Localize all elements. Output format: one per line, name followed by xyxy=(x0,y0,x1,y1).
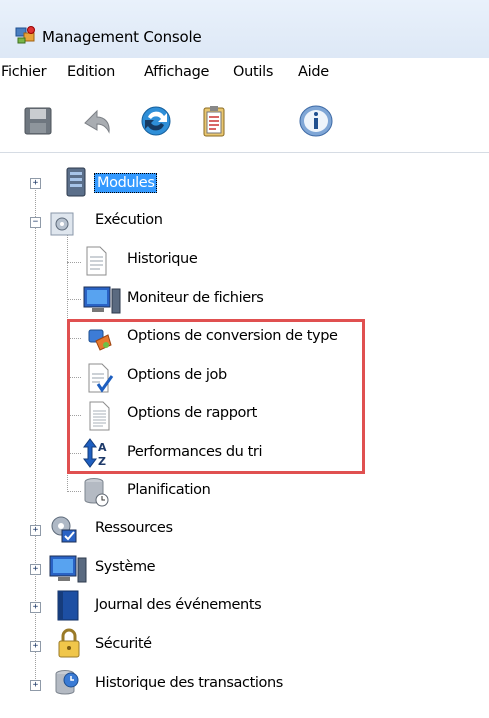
expand-securite-toggle[interactable]: + xyxy=(30,641,41,652)
window-title: Management Console xyxy=(42,28,202,46)
tree-label-historique-transactions: Historique des transactions xyxy=(95,675,283,691)
menu-fichier[interactable]: Fichier xyxy=(1,64,47,80)
tree-label-execution: Exécution xyxy=(95,212,163,228)
monitor-icon xyxy=(83,286,121,314)
tree-label-ressources: Ressources xyxy=(95,520,173,536)
expand-historique-transactions-toggle[interactable]: + xyxy=(30,680,41,691)
computer-icon xyxy=(49,555,87,583)
info-icon[interactable] xyxy=(296,101,336,141)
menu-aide[interactable]: Aide xyxy=(298,64,329,80)
clipboard-icon[interactable] xyxy=(194,101,234,141)
tree-label-securite: Sécurité xyxy=(95,636,152,652)
highlight-annotation xyxy=(67,319,365,474)
app-icon xyxy=(15,26,35,44)
tree-label-systeme: Système xyxy=(95,559,156,575)
tree-label-moniteur: Moniteur de fichiers xyxy=(127,290,264,306)
save-icon[interactable] xyxy=(18,101,58,141)
refresh-icon[interactable] xyxy=(136,101,176,141)
tree-connector xyxy=(67,491,81,492)
expand-systeme-toggle[interactable]: + xyxy=(30,564,41,575)
tree-connector xyxy=(67,299,81,300)
collapse-execution-toggle[interactable]: − xyxy=(30,217,41,228)
gear-icon xyxy=(50,212,74,236)
resources-icon xyxy=(51,516,77,543)
expand-ressources-toggle[interactable]: + xyxy=(30,525,41,536)
undo-icon[interactable] xyxy=(77,101,117,141)
tree-label-historique: Historique xyxy=(127,251,198,267)
tree-label-planification: Planification xyxy=(127,482,211,498)
tree-label-modules: Modules xyxy=(94,173,158,193)
tree-label-journal: Journal des événements xyxy=(95,597,262,613)
expand-modules-toggle[interactable]: + xyxy=(30,178,41,189)
lock-icon xyxy=(58,628,80,658)
expand-journal-toggle[interactable]: + xyxy=(30,602,41,613)
document-icon xyxy=(86,246,107,276)
database-clock-icon xyxy=(84,478,109,507)
menu-bar: Fichier Edition Affichage Outils Aide xyxy=(0,58,489,88)
toolbar xyxy=(0,88,489,151)
menu-edition[interactable]: Edition xyxy=(67,64,115,80)
book-icon xyxy=(57,590,79,621)
server-icon xyxy=(66,167,86,197)
history-database-icon xyxy=(55,670,79,695)
title-bar: Management Console xyxy=(0,0,489,58)
menu-affichage[interactable]: Affichage xyxy=(144,64,209,80)
tree-connector xyxy=(67,262,81,263)
menu-outils[interactable]: Outils xyxy=(233,64,273,80)
